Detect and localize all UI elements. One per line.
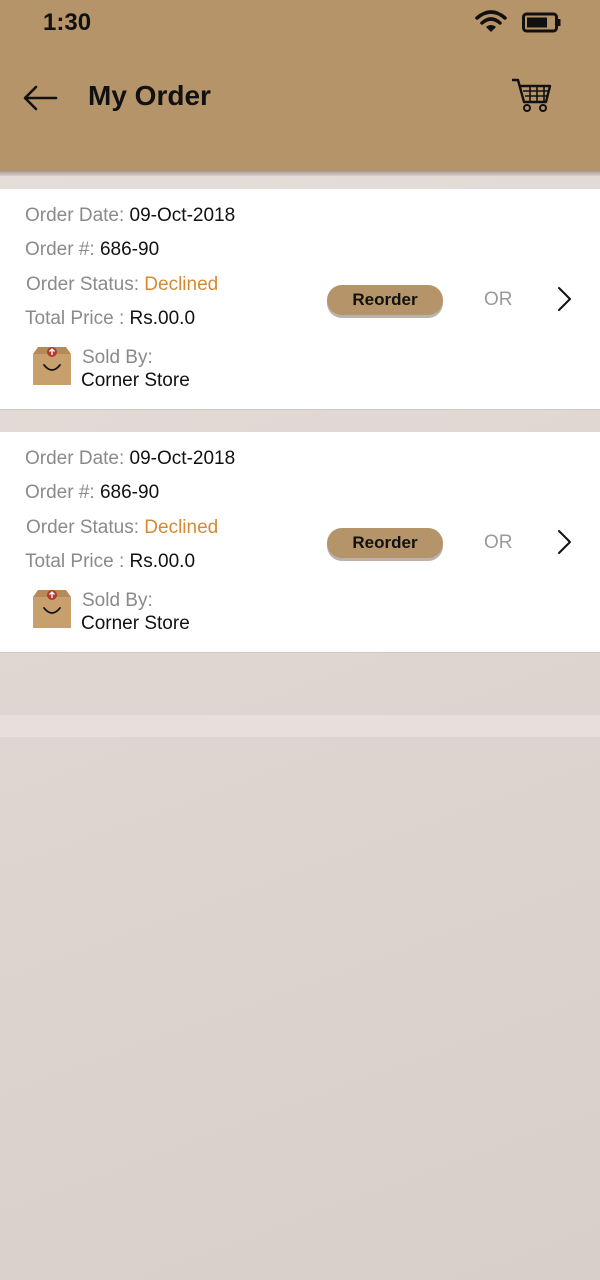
status-time: 1:30 <box>43 9 92 36</box>
order-status-value: Declined <box>144 274 219 295</box>
order-status-label: Order Status: <box>26 274 139 295</box>
total-price-row: Total Price : Rs.00.0 <box>25 551 195 573</box>
order-status-row: Order Status: Declined <box>26 517 218 539</box>
store-box-icon <box>33 347 71 385</box>
chevron-right-icon[interactable] <box>554 528 574 556</box>
order-status-value: Declined <box>144 517 219 538</box>
order-date-row: Order Date: 09-Oct-2018 <box>25 448 235 470</box>
header-shadow <box>0 170 600 176</box>
sold-by-label: Sold By: <box>82 590 153 611</box>
total-price-label: Total Price : <box>25 308 125 329</box>
battery-icon <box>522 12 561 33</box>
or-label: OR <box>484 532 513 553</box>
order-date-label: Order Date: <box>25 205 125 226</box>
order-number-row: Order #: 686-90 <box>25 239 159 261</box>
order-date-row: Order Date: 09-Oct-2018 <box>25 205 235 227</box>
back-arrow-icon[interactable] <box>22 82 58 114</box>
order-date-label: Order Date: <box>25 448 125 469</box>
total-price-label: Total Price : <box>25 551 125 572</box>
chevron-right-icon[interactable] <box>554 285 574 313</box>
wifi-icon <box>475 10 507 32</box>
order-date-value: 09-Oct-2018 <box>129 205 236 226</box>
reorder-button[interactable]: Reorder <box>327 528 443 558</box>
app-header: 1:30 My Order <box>0 0 600 170</box>
order-number-row: Order #: 686-90 <box>25 482 159 504</box>
store-name: Corner Store <box>81 613 190 634</box>
order-number-label: Order #: <box>25 239 95 260</box>
order-number-label: Order #: <box>25 482 95 503</box>
total-price-value: Rs.00.0 <box>129 551 196 572</box>
store-name: Corner Store <box>81 370 190 391</box>
background-band <box>0 715 600 737</box>
reorder-button[interactable]: Reorder <box>327 285 443 315</box>
order-card[interactable]: Order Date: 09-Oct-2018 Order #: 686-90 … <box>0 189 600 410</box>
store-box-icon <box>33 590 71 628</box>
order-status-label: Order Status: <box>26 517 139 538</box>
order-number-value: 686-90 <box>99 482 160 503</box>
page-title: My Order <box>88 80 211 111</box>
order-number-value: 686-90 <box>99 239 160 260</box>
total-price-row: Total Price : Rs.00.0 <box>25 308 195 330</box>
order-status-row: Order Status: Declined <box>26 274 218 296</box>
order-date-value: 09-Oct-2018 <box>129 448 236 469</box>
or-label: OR <box>484 289 513 310</box>
order-card[interactable]: Order Date: 09-Oct-2018 Order #: 686-90 … <box>0 432 600 653</box>
cart-icon[interactable] <box>510 76 552 114</box>
sold-by-label: Sold By: <box>82 347 153 368</box>
total-price-value: Rs.00.0 <box>129 308 196 329</box>
